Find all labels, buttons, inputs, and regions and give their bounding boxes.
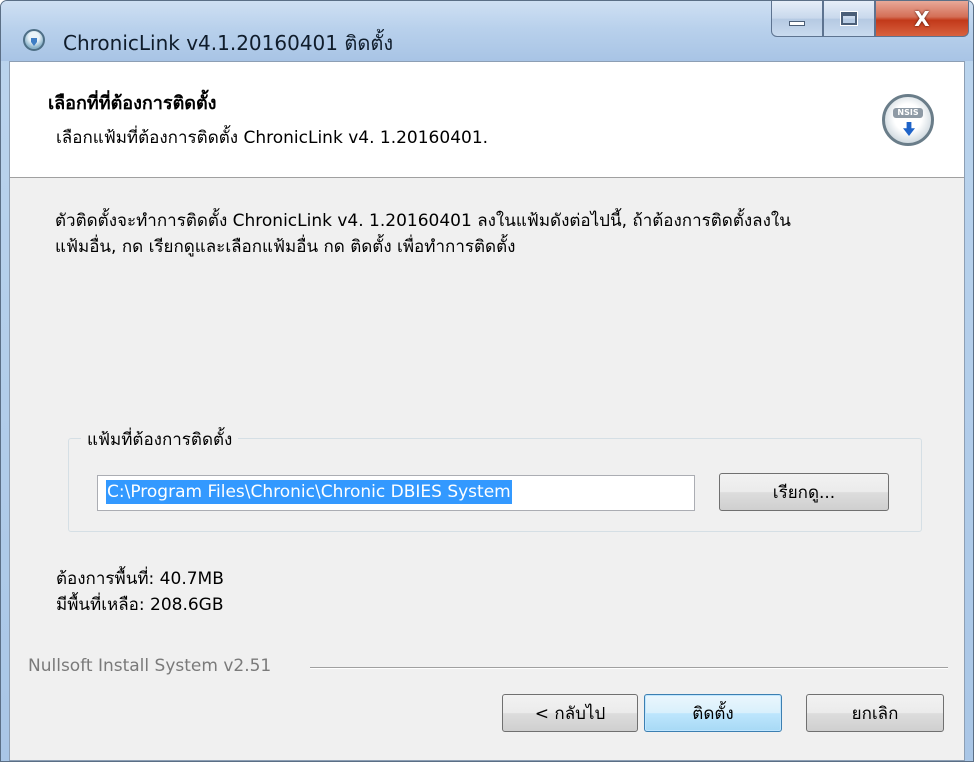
destination-folder-label: แฟ้มที่ต้องการติดตั้ง — [81, 426, 239, 453]
back-button[interactable]: < กลับไป — [502, 694, 638, 732]
destination-path-input[interactable]: C:\Program Files\Chronic\Chronic DBIES S… — [97, 475, 695, 511]
page-title: เลือกที่ที่ต้องการติดตั้ง — [48, 93, 217, 114]
caption-buttons: X — [771, 1, 969, 37]
nsis-icon-label: NSIS — [893, 108, 923, 118]
nsis-install-icon: NSIS — [882, 94, 934, 146]
space-required: ต้องการพื้นที่: 40.7MB — [56, 569, 224, 589]
page-header: เลือกที่ที่ต้องการติดตั้ง เลือกแฟ้มที่ต้… — [10, 62, 964, 178]
destination-path-value: C:\Program Files\Chronic\Chronic DBIES S… — [106, 480, 512, 504]
minimize-icon — [789, 21, 805, 26]
space-available: มีพื้นที่เหลือ: 208.6GB — [56, 595, 224, 615]
client-area: เลือกที่ที่ต้องการติดตั้ง เลือกแฟ้มที่ต้… — [9, 61, 965, 761]
download-arrow-icon — [903, 122, 915, 136]
page-subtitle: เลือกแฟ้มที่ต้องการติดตั้ง ChronicLink v… — [56, 128, 489, 148]
minimize-button[interactable] — [771, 1, 823, 37]
cancel-button[interactable]: ยกเลิก — [806, 694, 944, 732]
description-line-1: ตัวติดตั้งจะทำการติดตั้ง ChronicLink v4.… — [55, 211, 791, 231]
description-line-2: แฟ้มอื่น, กด เรียกดูและเลือกแฟ้มอื่น กด … — [55, 237, 516, 257]
branding-text: Nullsoft Install System v2.51 — [28, 656, 272, 676]
branding-separator: Nullsoft Install System v2.51 — [10, 656, 964, 676]
window-title: ChronicLink v4.1.20160401 ติดตั้ง — [63, 31, 394, 55]
app-icon — [23, 29, 45, 51]
separator-line — [310, 667, 948, 669]
close-button[interactable]: X — [875, 1, 969, 37]
destination-folder-group: แฟ้มที่ต้องการติดตั้ง C:\Program Files\C… — [68, 426, 922, 532]
installer-window: ChronicLink v4.1.20160401 ติดตั้ง X เลือ… — [0, 0, 974, 762]
install-button[interactable]: ติดตั้ง — [644, 694, 782, 732]
description-text: ตัวติดตั้งจะทำการติดตั้ง ChronicLink v4.… — [55, 208, 935, 260]
space-info: ต้องการพื้นที่: 40.7MB มีพื้นที่เหลือ: 2… — [56, 566, 224, 618]
close-icon: X — [914, 6, 930, 31]
maximize-icon — [840, 11, 858, 26]
browse-button[interactable]: เรียกดู... — [719, 473, 889, 511]
maximize-button[interactable] — [823, 1, 875, 37]
title-bar[interactable]: ChronicLink v4.1.20160401 ติดตั้ง X — [1, 1, 973, 61]
